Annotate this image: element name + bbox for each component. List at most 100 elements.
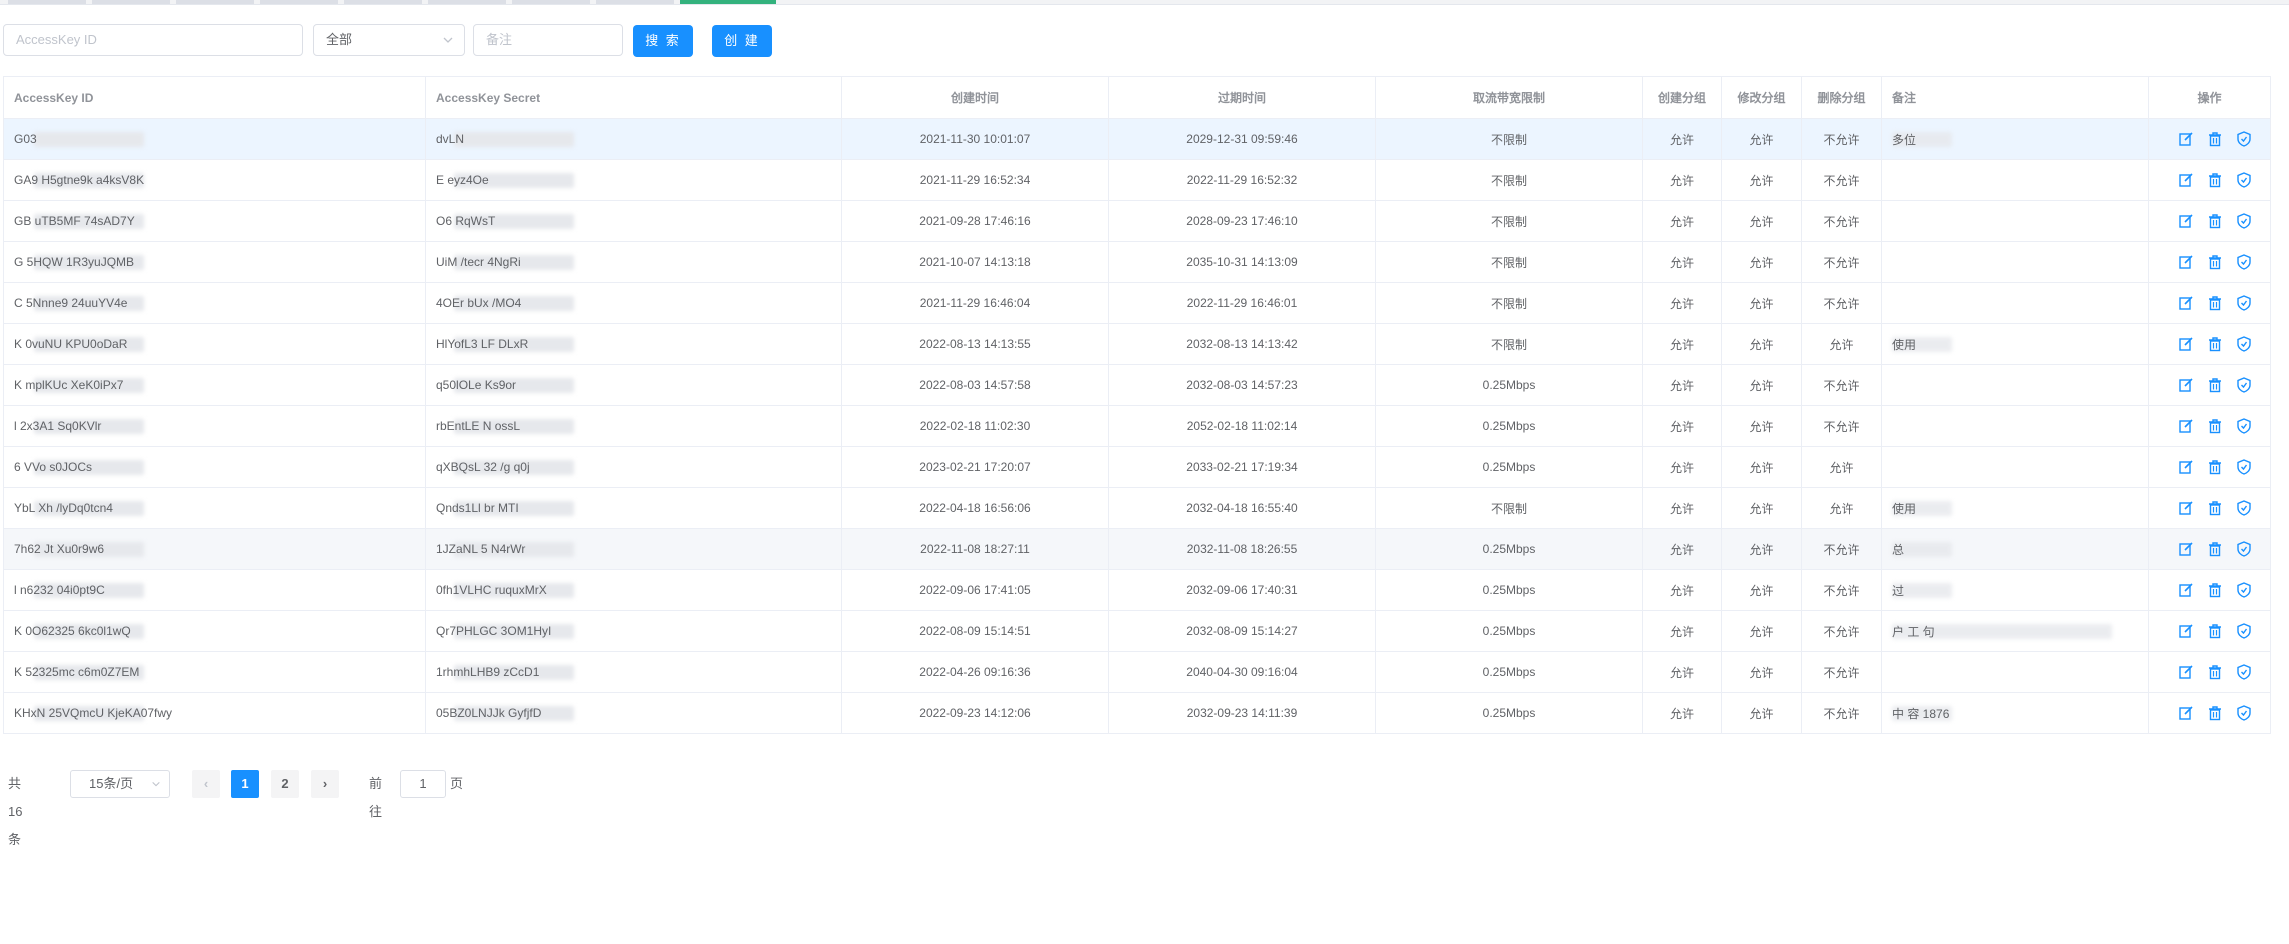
- edit-icon[interactable]: [2178, 459, 2194, 475]
- tab-placeholder[interactable]: [428, 0, 506, 4]
- table-row[interactable]: K 0O62325 6kc0l1wQ Qr7PHLGC 3OM1HyI 2022-0…: [4, 611, 2270, 652]
- tab-placeholder[interactable]: [260, 0, 338, 4]
- edit-icon[interactable]: [2178, 582, 2194, 598]
- table-row[interactable]: G03 dvLN 2021-11-30 10:01:07 2029-12-31 09:…: [4, 119, 2270, 160]
- cell-access-key-id: K 0O62325 6kc0l1wQ: [4, 611, 426, 651]
- edit-icon[interactable]: [2178, 623, 2194, 639]
- tab-placeholder[interactable]: [8, 0, 86, 4]
- shield-icon[interactable]: [2236, 459, 2252, 475]
- edit-icon[interactable]: [2178, 336, 2194, 352]
- table-row[interactable]: 7h62 Jt Xu0r9w6 1JZaNL 5 N4rWr 2022-11-08 …: [4, 529, 2270, 570]
- delete-icon[interactable]: [2207, 541, 2223, 557]
- delete-icon[interactable]: [2207, 664, 2223, 680]
- shield-icon[interactable]: [2236, 500, 2252, 516]
- tab-placeholder[interactable]: [344, 0, 422, 4]
- shield-icon[interactable]: [2236, 705, 2252, 721]
- table-row[interactable]: l 2x3A1 Sq0KVlr rbEntLE N ossL 2022-02-18 …: [4, 406, 2270, 447]
- shield-icon[interactable]: [2236, 418, 2252, 434]
- shield-icon[interactable]: [2236, 295, 2252, 311]
- table-row[interactable]: C 5Nnne9 24uuYV4e 4OEr bUx /MO4 2021-11-29…: [4, 283, 2270, 324]
- page-size-select[interactable]: 15条/页: [70, 770, 170, 798]
- access-key-search-input[interactable]: AccessKey ID: [3, 24, 303, 56]
- access-key-secret-value: 1rhmhLHB9 zCcD1: [436, 665, 540, 679]
- cell-access-key-secret: rbEntLE N ossL: [426, 406, 842, 446]
- cell-actions: [2149, 570, 2270, 610]
- shield-icon[interactable]: [2236, 664, 2252, 680]
- shield-icon[interactable]: [2236, 377, 2252, 393]
- cell-delete-group: 不允许: [1802, 611, 1882, 651]
- cell-access-key-secret: 4OEr bUx /MO4: [426, 283, 842, 323]
- tab-active[interactable]: [680, 0, 776, 4]
- table-row[interactable]: K mplKUc XeK0iPx7 q50lOLe Ks9or 2022-08-03…: [4, 365, 2270, 406]
- edit-icon[interactable]: [2178, 418, 2194, 434]
- cell-expire-time: 2032-11-08 18:26:55: [1109, 529, 1376, 569]
- delete-group-value: 不允许: [1823, 624, 1860, 639]
- delete-icon[interactable]: [2207, 705, 2223, 721]
- group-select[interactable]: 全部: [313, 24, 465, 56]
- delete-icon[interactable]: [2207, 254, 2223, 270]
- next-page-button[interactable]: ›: [311, 770, 339, 798]
- remark-value: 户 工 句: [1892, 624, 1935, 639]
- modify-group-value: 允许: [1749, 665, 1774, 680]
- edit-icon[interactable]: [2178, 172, 2194, 188]
- delete-icon[interactable]: [2207, 500, 2223, 516]
- page-button-2[interactable]: 2: [271, 770, 299, 798]
- edit-icon[interactable]: [2178, 500, 2194, 516]
- shield-icon[interactable]: [2236, 131, 2252, 147]
- cell-access-key-id: GB uTB5MF 74sAD7Y: [4, 201, 426, 241]
- shield-icon[interactable]: [2236, 623, 2252, 639]
- tab-placeholder[interactable]: [596, 0, 674, 4]
- delete-icon[interactable]: [2207, 623, 2223, 639]
- bandwidth-limit-value: 0.25Mbps: [1482, 419, 1536, 433]
- table-row[interactable]: KHxN 25VQmcU KjeKA07fwy 05BZ0LNJJk GyfjfD…: [4, 693, 2270, 734]
- row-actions: [2159, 459, 2260, 475]
- shield-icon[interactable]: [2236, 254, 2252, 270]
- edit-icon[interactable]: [2178, 295, 2194, 311]
- shield-icon[interactable]: [2236, 336, 2252, 352]
- delete-icon[interactable]: [2207, 582, 2223, 598]
- edit-icon[interactable]: [2178, 254, 2194, 270]
- delete-icon[interactable]: [2207, 172, 2223, 188]
- tab-placeholder[interactable]: [176, 0, 254, 4]
- table-row[interactable]: l n6232 04i0pt9C 0fh1VLHC ruquxMrX 2022-09…: [4, 570, 2270, 611]
- delete-icon[interactable]: [2207, 377, 2223, 393]
- tab-placeholder[interactable]: [512, 0, 590, 4]
- create-button[interactable]: 创 建: [712, 25, 772, 57]
- remark-search-input[interactable]: 备注: [473, 24, 623, 56]
- delete-icon[interactable]: [2207, 459, 2223, 475]
- table-row[interactable]: 6 VVo s0JOCs qXBQsL 32 /g q0j 2023-02-21 1…: [4, 447, 2270, 488]
- shield-icon[interactable]: [2236, 213, 2252, 229]
- delete-icon[interactable]: [2207, 295, 2223, 311]
- delete-icon[interactable]: [2207, 336, 2223, 352]
- access-key-secret-value: q50lOLe Ks9or: [436, 378, 517, 392]
- prev-page-button[interactable]: ‹: [192, 770, 220, 798]
- page-button-1[interactable]: 1: [231, 770, 259, 798]
- edit-icon[interactable]: [2178, 213, 2194, 229]
- delete-icon[interactable]: [2207, 213, 2223, 229]
- created-time-value: 2022-09-23 14:12:06: [919, 706, 1031, 720]
- table-row[interactable]: GB uTB5MF 74sAD7Y O6 RqWsT 2021-09-28 17:4…: [4, 201, 2270, 242]
- edit-icon[interactable]: [2178, 705, 2194, 721]
- goto-page-input[interactable]: 1: [400, 770, 446, 798]
- table-row[interactable]: G 5HQW 1R3yuJQMB UiM /tecr 4NgRi 2021-10-0…: [4, 242, 2270, 283]
- delete-group-value: 不允许: [1823, 542, 1860, 557]
- cell-created-time: 2021-09-28 17:46:16: [842, 201, 1109, 241]
- shield-icon[interactable]: [2236, 541, 2252, 557]
- table-row[interactable]: K 52325mc c6m0Z7EM 1rhmhLHB9 zCcD1 2022-04…: [4, 652, 2270, 693]
- edit-icon[interactable]: [2178, 131, 2194, 147]
- shield-icon[interactable]: [2236, 172, 2252, 188]
- tab-placeholder[interactable]: [92, 0, 170, 4]
- delete-icon[interactable]: [2207, 418, 2223, 434]
- shield-icon[interactable]: [2236, 582, 2252, 598]
- table-row[interactable]: K 0vuNU KPU0oDaR HlYofL3 LF DLxR 2022-08-1…: [4, 324, 2270, 365]
- column-header-bandwidth-limit: 取流带宽限制: [1376, 77, 1643, 118]
- table-row[interactable]: YbL Xh /lyDq0tcn4 Qnds1Ll br MTI 2022-04-1…: [4, 488, 2270, 529]
- edit-icon[interactable]: [2178, 664, 2194, 680]
- search-button[interactable]: 搜 索: [633, 25, 693, 57]
- access-key-secret-value: 05BZ0LNJJk GyfjfD: [436, 706, 542, 720]
- edit-icon[interactable]: [2178, 541, 2194, 557]
- table-row[interactable]: GA9 H5gtne9k a4ksV8K E eyz4Oe 2021-11-29 1…: [4, 160, 2270, 201]
- delete-icon[interactable]: [2207, 131, 2223, 147]
- expire-time-value: 2032-11-08 18:26:55: [1186, 542, 1298, 556]
- edit-icon[interactable]: [2178, 377, 2194, 393]
